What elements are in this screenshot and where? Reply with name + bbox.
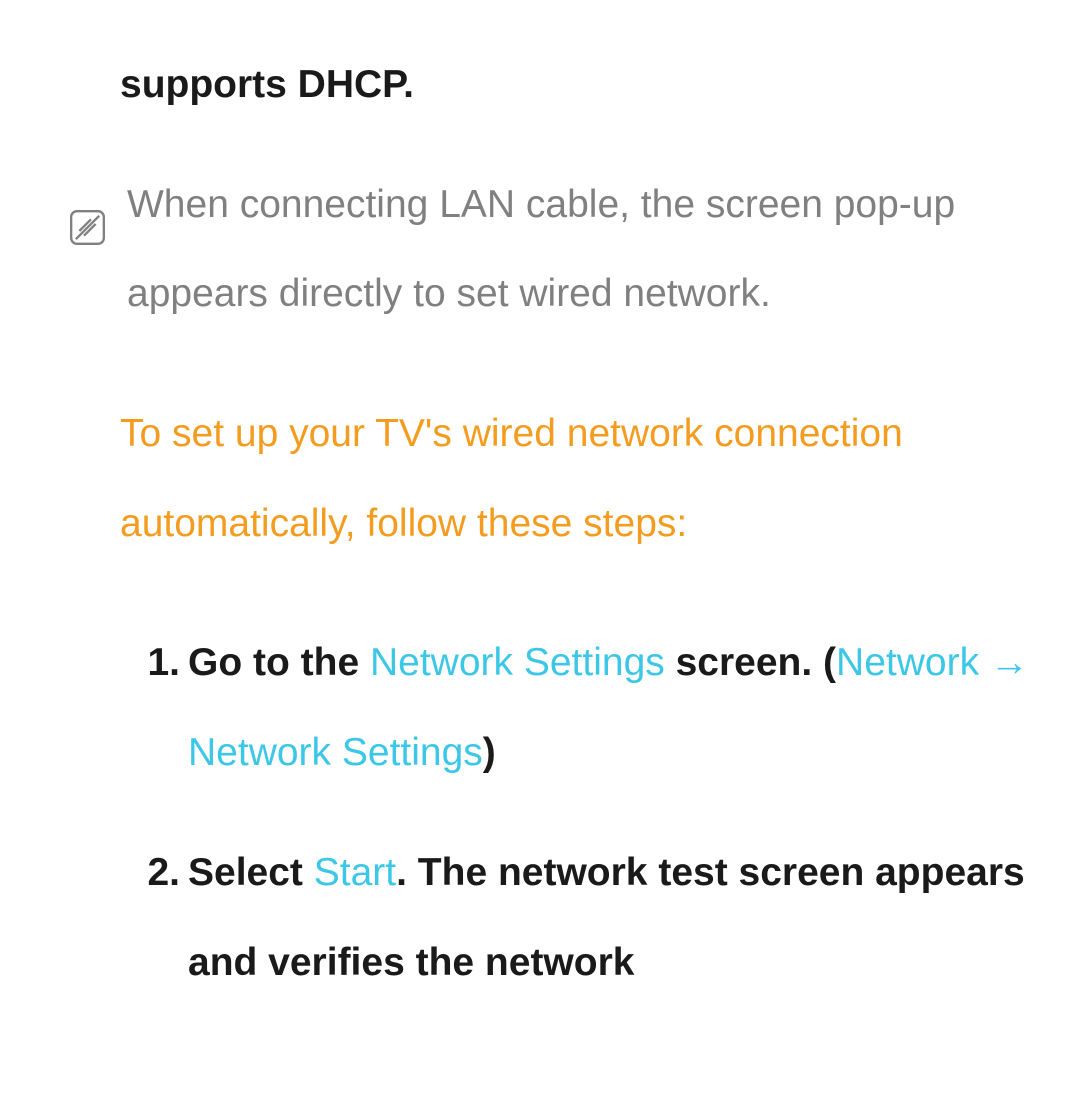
step-text: Select [188, 851, 314, 894]
note-block: When connecting LAN cable, the screen po… [124, 160, 1040, 339]
step-text: Go to the [188, 641, 370, 684]
step-body: Select Start. The network test screen ap… [188, 828, 1040, 1007]
step-text: screen. ( [665, 641, 836, 684]
arrow-icon: → [979, 641, 1029, 684]
steps-list: 1. Go to the Network Settings screen. (N… [130, 618, 1040, 1007]
ui-label-network-settings: Network Settings [370, 641, 665, 684]
step-body: Go to the Network Settings screen. (Netw… [188, 618, 1040, 797]
step-number: 1. [130, 618, 180, 797]
ui-label-start: Start [314, 851, 396, 894]
ui-label-network: Network [836, 641, 979, 684]
step-number: 2. [130, 828, 180, 1007]
note-icon [70, 188, 105, 223]
note-text: When connecting LAN cable, the screen po… [127, 160, 1040, 339]
step-1: 1. Go to the Network Settings screen. (N… [130, 618, 1040, 797]
fragment-text: supports DHCP. [120, 40, 1040, 130]
step-2: 2. Select Start. The network test screen… [130, 828, 1040, 1007]
section-heading: To set up your TV's wired network connec… [120, 389, 1040, 568]
step-text: ) [483, 731, 496, 774]
ui-label-network-settings-2: Network Settings [188, 731, 483, 774]
